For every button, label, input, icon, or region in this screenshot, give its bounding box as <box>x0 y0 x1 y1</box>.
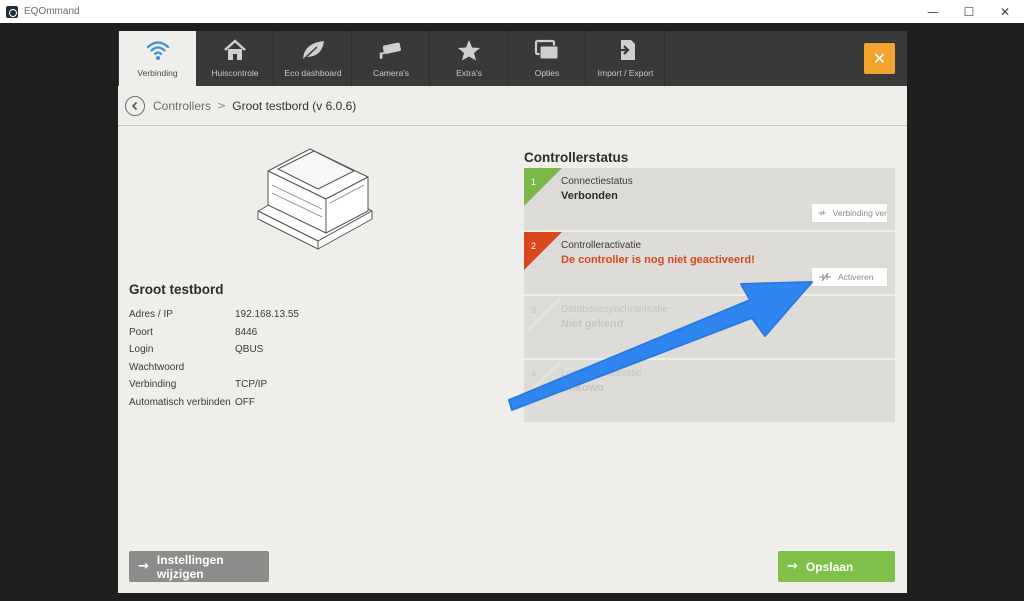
step-value: De controller is nog niet geactiveerd! <box>561 254 755 266</box>
close-window-button[interactable]: ✕ <box>986 0 1024 23</box>
breadcrumb: Controllers > Groot testbord (v 6.0.6) <box>118 86 907 126</box>
step-marker <box>524 232 562 270</box>
status-title: Controllerstatus <box>524 150 629 165</box>
property-key: Automatisch verbinden <box>129 396 231 408</box>
property-value: TCP/IP <box>235 379 268 391</box>
status-step-database-sync: 3 Databasesynchronisatie Niet gekend <box>524 296 895 358</box>
property-key: Poort <box>129 326 153 338</box>
step-label: Databasesynchronisatie <box>561 304 668 315</box>
back-button[interactable] <box>125 95 145 116</box>
step-marker <box>525 361 561 397</box>
property-value: QBUS <box>235 344 264 356</box>
step-number: 1 <box>531 177 537 187</box>
arrow-right-icon: → <box>787 559 798 574</box>
property-row: Login QBUS <box>129 341 299 359</box>
house-icon <box>222 38 248 62</box>
tab-verbinding[interactable]: Verbinding <box>119 31 196 86</box>
property-key: Verbinding <box>129 379 177 391</box>
tab-extras[interactable]: Extra's <box>431 31 508 86</box>
button-label: Opslaan <box>805 559 854 574</box>
button-label: Instellingen wijzigen <box>156 552 224 581</box>
tab-opties[interactable]: Opties <box>509 31 586 86</box>
step-label: Connectiestatus <box>561 176 633 187</box>
tab-label: Verbinding <box>137 68 178 78</box>
property-value: 192.168.13.55 <box>235 309 299 321</box>
maximize-button[interactable]: ☐ <box>950 0 988 23</box>
plug-icon <box>819 273 831 281</box>
activate-button[interactable]: Activeren <box>811 267 888 287</box>
close-panel-button[interactable]: ✕ <box>864 43 895 74</box>
tab-import-export[interactable]: Import / Export <box>587 31 665 86</box>
status-step-activation: 2 Controlleractivatie De controller is n… <box>524 232 895 294</box>
step-label: Logsynchronisatie <box>561 368 642 379</box>
camera-icon <box>378 38 404 62</box>
tab-label: Opties <box>534 68 560 78</box>
leaf-icon <box>300 38 326 62</box>
save-button[interactable]: → Opslaan <box>778 551 895 582</box>
step-number: 2 <box>531 241 537 251</box>
chevron-left-icon <box>131 101 138 110</box>
arrow-right-icon: → <box>138 559 149 574</box>
breadcrumb-separator: > <box>217 99 227 112</box>
status-step-log-sync: 4 Logsynchronisatie Unkown <box>524 360 895 422</box>
property-value: 8446 <box>235 326 258 338</box>
step-value: Unkown <box>561 382 604 394</box>
tab-label: Eco dashboard <box>284 68 342 78</box>
action-label: Verbinding ver <box>832 208 887 218</box>
property-value: OFF <box>235 396 255 408</box>
tab-cameras[interactable]: Camera's <box>353 31 430 86</box>
controller-properties: Adres / IP 192.168.13.55 Poort 8446 Logi… <box>129 306 299 411</box>
step-number: 4 <box>531 369 537 379</box>
wifi-icon <box>145 38 171 62</box>
action-label: Activeren <box>838 272 874 282</box>
step-label: Controlleractivatie <box>561 240 642 251</box>
step-value: Verbonden <box>561 190 618 202</box>
tab-label: Huiscontrole <box>211 68 259 78</box>
property-row: Wachtwoord <box>129 359 299 377</box>
step-number: 3 <box>531 305 537 315</box>
status-steps: 1 Connectiestatus Verbonden Verbinding v… <box>524 168 895 424</box>
minimize-button[interactable]: — <box>914 0 952 23</box>
edit-settings-button[interactable]: → Instellingen wijzigen <box>129 551 269 582</box>
property-key: Adres / IP <box>129 309 173 321</box>
breadcrumb-controllers-link[interactable]: Controllers <box>153 99 211 113</box>
app-window: Verbinding Huiscontrole Eco dashboard Ca… <box>118 31 907 593</box>
breadcrumb-current: Groot testbord (v 6.0.6) <box>232 98 357 113</box>
property-row: Automatisch verbinden OFF <box>129 394 299 412</box>
step-value: Niet gekend <box>561 318 624 330</box>
step-marker <box>525 297 561 333</box>
controller-name: Groot testbord <box>129 282 224 297</box>
star-icon <box>456 38 482 62</box>
property-row: Adres / IP 192.168.13.55 <box>129 306 299 324</box>
disconnect-button[interactable]: Verbinding ver <box>811 203 888 223</box>
status-step-connection: 1 Connectiestatus Verbonden Verbinding v… <box>524 168 895 230</box>
windows-icon <box>534 38 560 62</box>
property-row: Poort 8446 <box>129 324 299 342</box>
title-bar: EQOmmand — ☐ ✕ <box>0 0 1024 23</box>
step-marker <box>524 168 562 206</box>
property-key: Login <box>129 344 154 356</box>
property-row: Verbinding TCP/IP <box>129 376 299 394</box>
app-title: EQOmmand <box>24 6 80 17</box>
import-export-icon <box>613 38 639 62</box>
controller-device-image <box>256 141 376 258</box>
tab-huiscontrole[interactable]: Huiscontrole <box>197 31 274 86</box>
tab-eco-dashboard[interactable]: Eco dashboard <box>275 31 352 86</box>
main-tab-bar: Verbinding Huiscontrole Eco dashboard Ca… <box>118 31 907 86</box>
tab-label: Camera's <box>372 68 410 78</box>
tab-label: Extra's <box>456 68 482 78</box>
app-logo-icon <box>6 5 18 18</box>
property-key: Wachtwoord <box>129 361 185 373</box>
plug-icon <box>818 210 827 216</box>
tab-label: Import / Export <box>597 68 654 78</box>
